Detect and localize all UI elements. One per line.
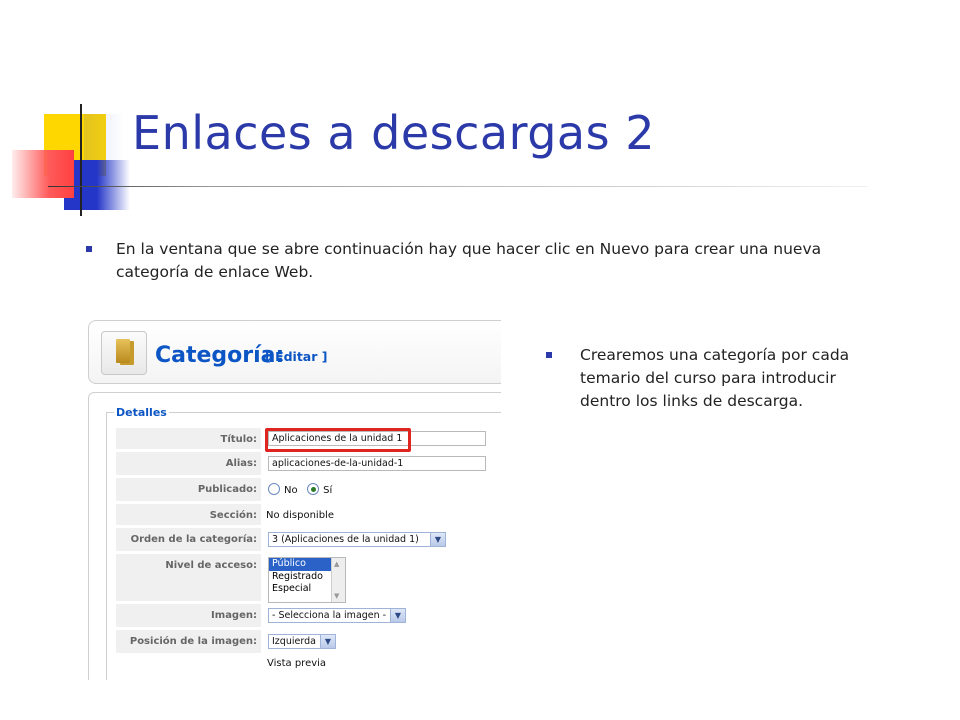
decor-blue-fade-square	[84, 114, 124, 160]
field-row-image-position: Posición de la imagen: Izquierda ▼	[116, 630, 486, 654]
published-yes-radio[interactable]	[307, 483, 320, 495]
order-select[interactable]: 3 (Aplicaciones de la unidad 1) ▼	[268, 532, 446, 547]
published-options: No Sí	[268, 483, 332, 496]
image-label: Imagen:	[116, 604, 261, 628]
published-label: Publicado:	[116, 478, 261, 502]
preview-label: Vista previa	[267, 658, 327, 669]
title-label: Título:	[116, 428, 261, 450]
details-legend: Detalles	[114, 406, 169, 419]
scroll-up-icon[interactable]: ▲	[334, 560, 339, 568]
decor-red-square	[12, 150, 74, 198]
image-position-label: Posición de la imagen:	[116, 630, 261, 654]
section-value: No disponible	[266, 510, 334, 521]
access-level-label: Nivel de acceso:	[116, 554, 261, 602]
listbox-scrollbar[interactable]: ▲ ▼	[331, 558, 345, 602]
bullet-text-2: Crearemos una categoría por cada temario…	[580, 346, 850, 410]
published-yes-label: Sí	[323, 485, 333, 496]
chevron-down-icon: ▼	[320, 635, 335, 648]
published-no-radio[interactable]	[268, 483, 280, 495]
field-row-alias: Alias: aplicaciones-de-la-unidad-1	[116, 452, 486, 476]
title-underline	[48, 186, 868, 187]
category-editor-screenshot: Categoría: [ Editar ] Detalles Título: A…	[86, 318, 501, 680]
field-row-section: Sección: No disponible	[116, 504, 486, 526]
scroll-down-icon[interactable]: ▼	[334, 592, 339, 600]
section-label: Sección:	[116, 504, 261, 526]
access-level-listbox[interactable]: Público Registrado Especial ▲ ▼	[268, 557, 346, 603]
slide-title: Enlaces a descargas 2	[132, 106, 655, 160]
editor-action-label: [ Editar ]	[265, 349, 328, 364]
order-select-value: 3 (Aplicaciones de la unidad 1)	[272, 534, 419, 545]
alias-label: Alias:	[116, 452, 261, 476]
image-select-value: - Selecciona la imagen -	[272, 610, 387, 621]
chevron-down-icon: ▼	[390, 609, 405, 622]
alias-input[interactable]: aplicaciones-de-la-unidad-1	[268, 456, 486, 471]
chevron-down-icon: ▼	[430, 533, 445, 546]
published-no-label: No	[284, 485, 298, 496]
category-folder-icon	[101, 331, 147, 375]
bullet-point-1: En la ventana que se abre continuación h…	[86, 238, 846, 284]
field-row-access-level: Nivel de acceso: Público Registrado Espe…	[116, 554, 486, 603]
image-position-value: Izquierda	[272, 636, 316, 647]
editor-header: Categoría: [ Editar ]	[88, 320, 501, 384]
image-select[interactable]: - Selecciona la imagen - ▼	[268, 608, 406, 623]
decor-vertical-line	[80, 104, 82, 216]
bullet-point-2: Crearemos una categoría por cada temario…	[546, 344, 866, 413]
field-row-published: Publicado: No Sí	[116, 478, 486, 502]
order-label: Orden de la categoría:	[116, 528, 261, 552]
bullet-marker-icon	[546, 352, 552, 358]
title-highlight-box	[265, 428, 411, 452]
bullet-marker-icon	[86, 246, 92, 252]
field-row-image: Imagen: - Selecciona la imagen - ▼	[116, 604, 486, 628]
bullet-text-1: En la ventana que se abre continuación h…	[116, 240, 822, 281]
field-row-order: Orden de la categoría: 3 (Aplicaciones d…	[116, 528, 486, 552]
image-position-select[interactable]: Izquierda ▼	[268, 634, 336, 649]
